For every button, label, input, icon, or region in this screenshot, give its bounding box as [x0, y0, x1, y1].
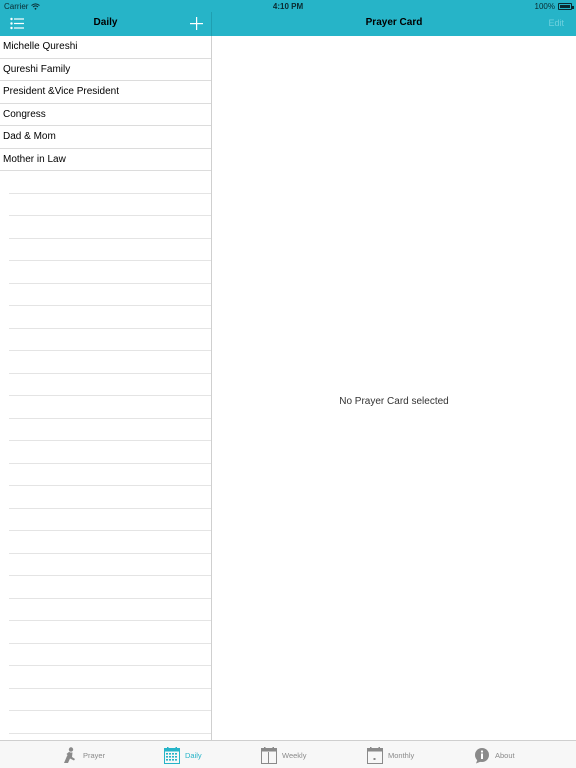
empty-row — [9, 554, 211, 576]
master-nav-bar: Daily — [0, 12, 211, 36]
tab-monthly[interactable]: Monthly — [367, 745, 414, 765]
empty-row — [9, 644, 211, 666]
tab-label: Prayer — [83, 750, 106, 760]
list-item[interactable]: Dad & Mom — [0, 126, 211, 149]
empty-row — [9, 329, 211, 351]
tab-label: Monthly — [388, 750, 415, 760]
header-bar: Carrier 4:10 PM 100% Daily Prayer Card E… — [0, 0, 576, 36]
empty-row — [9, 599, 211, 621]
list-item[interactable]: President &Vice President — [0, 81, 211, 104]
praying-person-icon — [64, 746, 75, 763]
tab-bar: Prayer Daily Weekly Monthly About — [0, 740, 576, 768]
add-icon[interactable] — [190, 17, 203, 30]
info-bubble-icon — [475, 747, 489, 763]
empty-row — [9, 396, 211, 419]
detail-pane: No Prayer Card selected — [212, 36, 576, 740]
calendar-grid-icon — [164, 746, 180, 764]
empty-row — [9, 621, 211, 644]
empty-row — [9, 531, 211, 554]
list-item-label: Dad & Mom — [3, 131, 56, 142]
master-title: Daily — [93, 17, 118, 28]
empty-row — [9, 509, 211, 531]
empty-row — [9, 284, 211, 306]
empty-row — [9, 239, 211, 261]
list-item[interactable]: Congress — [0, 104, 211, 126]
empty-row — [9, 306, 211, 329]
edit-button[interactable]: Edit — [548, 18, 564, 28]
tab-label: About — [495, 750, 515, 760]
empty-row — [9, 419, 211, 441]
empty-row — [9, 351, 211, 374]
empty-row-area — [0, 171, 211, 740]
tab-weekly[interactable]: Weekly — [261, 745, 306, 765]
list-item-label: President &Vice President — [3, 86, 119, 97]
list-item[interactable]: Mother in Law — [0, 149, 211, 171]
tab-daily[interactable]: Daily — [164, 745, 202, 765]
empty-row — [9, 464, 211, 486]
empty-row — [9, 666, 211, 689]
tab-about[interactable]: About — [474, 745, 515, 765]
battery-icon — [558, 3, 574, 10]
calendar-month-icon — [367, 746, 383, 764]
tab-label: Weekly — [282, 750, 307, 760]
prayer-list: Michelle Qureshi Qureshi Family Presiden… — [0, 36, 211, 740]
empty-row — [9, 216, 211, 239]
tab-label: Daily — [185, 750, 202, 760]
detail-nav-bar: Prayer Card Edit — [212, 12, 576, 36]
list-item-label: Mother in Law — [3, 153, 66, 165]
empty-detail-message: No Prayer Card selected — [339, 396, 449, 407]
status-bar: Carrier 4:10 PM 100% — [0, 0, 576, 12]
empty-row — [9, 576, 211, 599]
empty-row — [9, 374, 211, 396]
empty-row — [9, 261, 211, 284]
empty-row — [9, 171, 211, 194]
empty-row — [9, 486, 211, 509]
list-item-label: Michelle Qureshi — [3, 41, 78, 52]
detail-title: Prayer Card — [365, 17, 423, 28]
calendar-week-icon — [261, 746, 277, 764]
tab-prayer[interactable]: Prayer — [62, 745, 105, 765]
empty-row — [9, 441, 211, 464]
status-time: 4:10 PM — [272, 2, 304, 11]
empty-row — [9, 711, 211, 734]
empty-row — [9, 194, 211, 216]
empty-row — [9, 689, 211, 711]
list-item-label: Congress — [3, 108, 46, 120]
battery-indicator: 100% — [534, 2, 574, 11]
list-item-label: Qureshi Family — [3, 63, 71, 75]
list-item[interactable]: Michelle Qureshi — [0, 36, 211, 59]
list-item[interactable]: Qureshi Family — [0, 59, 211, 81]
battery-percent: 100% — [534, 2, 555, 11]
